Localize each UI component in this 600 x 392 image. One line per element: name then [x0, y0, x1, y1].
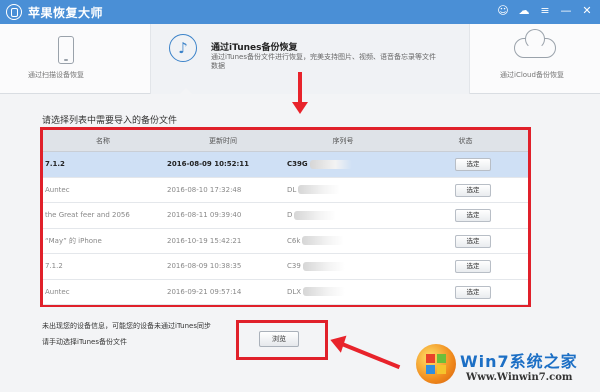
table-row[interactable]: Auntec 2016-09-21 09:57:14 DLX 选定 — [43, 280, 528, 305]
mode-itunes-description: 通过iTunes备份文件进行恢复，完美支持图片、视频、语音备忘录等文件数据 — [211, 53, 436, 70]
mode-scan-device-label: 通过扫描设备恢复 — [28, 71, 84, 79]
cell-serial: C39 — [287, 254, 397, 279]
cell-time: 2016-08-09 10:52:11 — [167, 160, 250, 168]
title-bar: 苹果恢复大师 ☺ ☁ ≡ — ✕ — [0, 0, 600, 24]
cell-time: 2016-08-10 17:32:48 — [167, 185, 242, 194]
cell-name: Auntec — [45, 287, 70, 296]
cell-time: 2016-09-21 09:57:14 — [167, 287, 242, 296]
phone-icon — [58, 36, 74, 64]
annotation-arrow-left — [327, 330, 410, 370]
select-button[interactable]: 选定 — [455, 158, 491, 171]
select-button[interactable]: 选定 — [455, 285, 491, 299]
cell-time: 2016-08-09 10:38:35 — [167, 262, 242, 270]
mode-itunes-title: 通过iTunes备份恢复 — [211, 43, 298, 53]
column-header-status: 状态 — [458, 137, 473, 145]
browse-button[interactable]: 浏览 — [259, 331, 299, 347]
cell-name: 7.1.2 — [45, 262, 63, 270]
cell-serial: C39G — [287, 152, 397, 177]
cell-serial: D — [287, 203, 397, 228]
windows-logo-icon — [416, 344, 456, 384]
column-header-serial: 序列号 — [332, 137, 354, 145]
mode-icloud-label: 通过iCloud备份恢复 — [500, 71, 564, 79]
mode-icloud-backup[interactable]: 通过iCloud备份恢复 — [470, 24, 600, 94]
cell-name: Auntec — [45, 185, 70, 194]
app-logo-icon — [6, 4, 22, 20]
music-note-icon: ♪ — [169, 34, 197, 62]
cell-serial: DLX — [287, 280, 397, 305]
cell-serial: DL — [287, 178, 397, 203]
watermark-url: Www.Winwin7.com — [466, 372, 573, 383]
select-button[interactable]: 选定 — [455, 183, 491, 197]
close-icon[interactable]: ✕ — [580, 4, 594, 18]
column-header-name: 名称 — [96, 137, 110, 145]
weibo-icon[interactable]: ☺ — [496, 4, 510, 18]
minimize-icon[interactable]: — — [559, 4, 573, 18]
window-controls: ☺ ☁ ≡ — ✕ — [496, 4, 594, 18]
cell-name: “May” 的 iPhone — [45, 236, 102, 245]
select-button[interactable]: 选定 — [455, 209, 491, 222]
cell-time: 2016-08-11 09:39:40 — [167, 211, 242, 219]
cloud-icon — [514, 29, 556, 58]
app-title: 苹果恢复大师 — [28, 6, 104, 20]
table-row[interactable]: 7.1.2 2016-08-09 10:52:11 C39G 选定 — [43, 152, 528, 178]
backup-table: 名称 更新时间 序列号 状态 7.1.2 2016-08-09 10:52:11… — [40, 127, 531, 307]
cell-name: the Great feer and 2056 — [45, 211, 130, 219]
annotation-arrow-down — [292, 72, 308, 116]
mode-scan-device[interactable]: 通过扫描设备恢复 — [0, 24, 150, 94]
cell-time: 2016-10-19 15:42:21 — [167, 236, 242, 245]
mode-itunes-backup[interactable]: ♪ 通过iTunes备份恢复 通过iTunes备份文件进行恢复，完美支持图片、视… — [150, 24, 470, 95]
list-heading: 请选择列表中需要导入的备份文件 — [42, 116, 178, 126]
active-tab-pointer — [179, 88, 193, 95]
cell-serial: C6k — [287, 229, 397, 254]
table-body: 7.1.2 2016-08-09 10:52:11 C39G 选定 Auntec… — [43, 152, 528, 305]
column-header-time: 更新时间 — [209, 137, 237, 145]
table-row[interactable]: the Great feer and 2056 2016-08-11 09:39… — [43, 203, 528, 229]
table-row[interactable]: “May” 的 iPhone 2016-10-19 15:42:21 C6k 选… — [43, 229, 528, 254]
select-button[interactable]: 选定 — [455, 234, 491, 248]
table-row[interactable]: Auntec 2016-08-10 17:32:48 DL 选定 — [43, 178, 528, 203]
watermark-title: Win7系统之家 — [460, 352, 578, 371]
select-button[interactable]: 选定 — [455, 260, 491, 273]
watermark: Win7系统之家 Www.Winwin7.com — [410, 340, 600, 392]
table-header: 名称 更新时间 序列号 状态 — [43, 130, 528, 152]
chat-icon[interactable]: ☁ — [517, 4, 531, 18]
menu-icon[interactable]: ≡ — [538, 4, 552, 18]
cell-name: 7.1.2 — [45, 160, 65, 168]
table-row[interactable]: 7.1.2 2016-08-09 10:38:35 C39 选定 — [43, 254, 528, 280]
